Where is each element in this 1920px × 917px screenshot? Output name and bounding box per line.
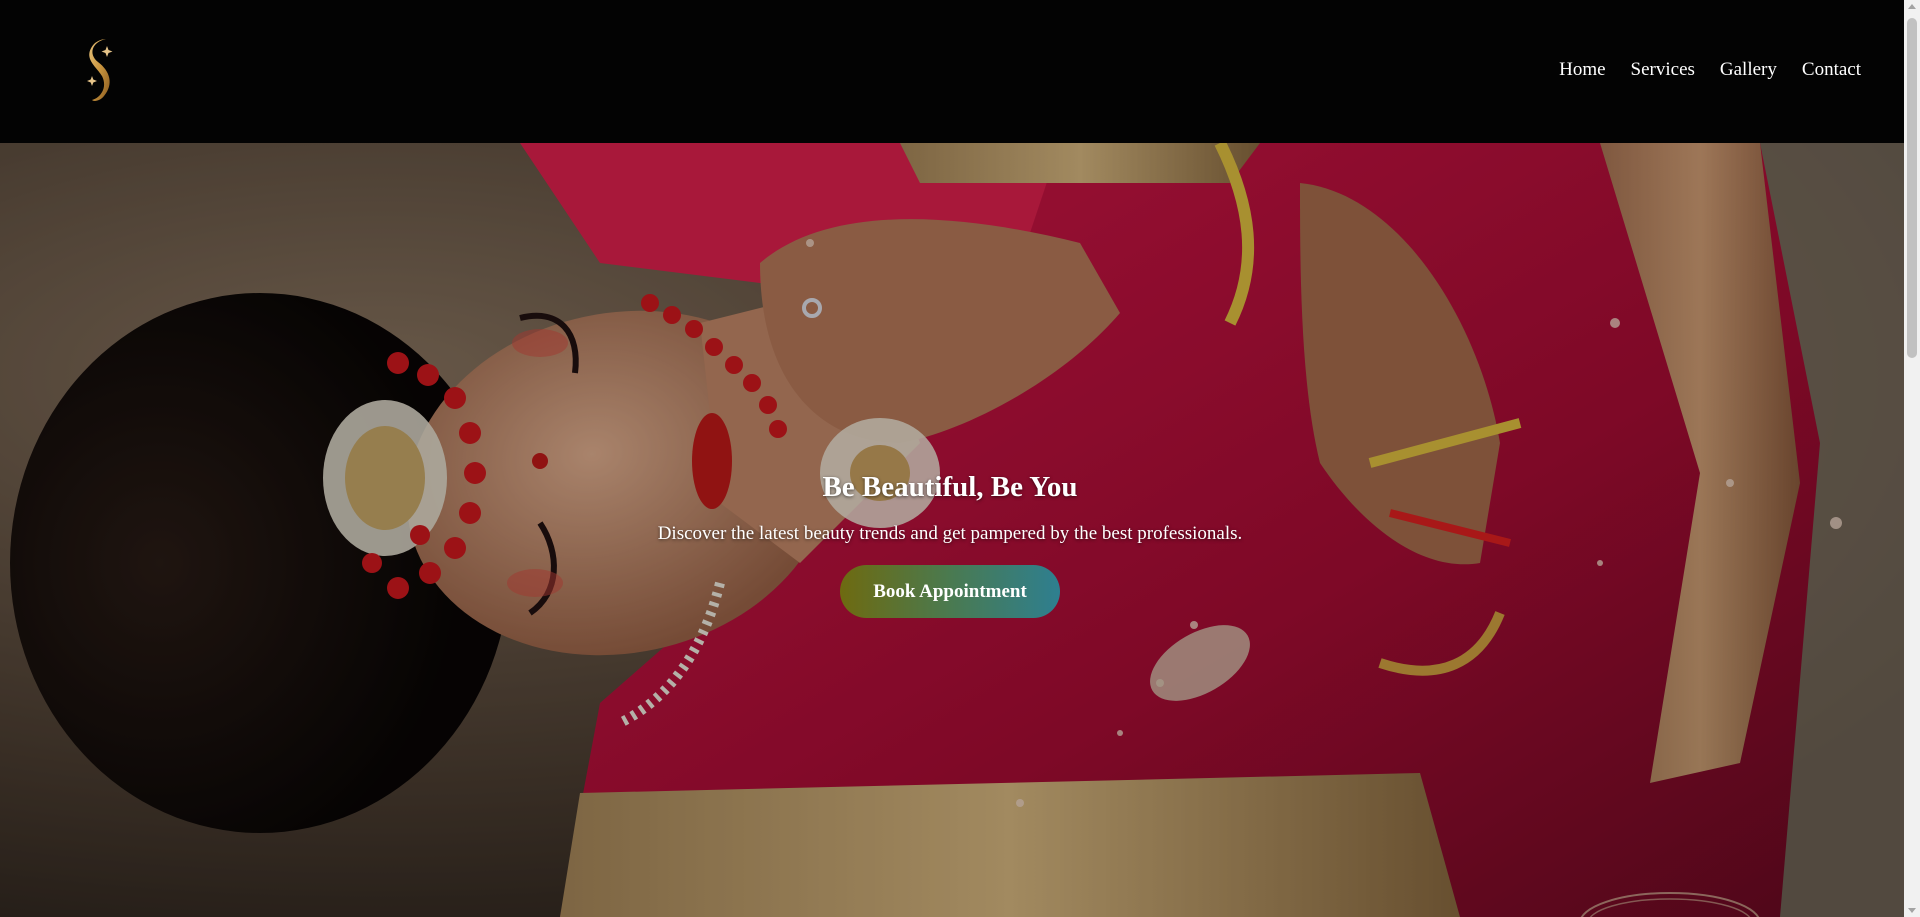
hero-title: Be Beautiful, Be You bbox=[822, 471, 1078, 503]
site-header: Home Services Gallery Contact bbox=[0, 0, 1904, 143]
scroll-down-icon[interactable] bbox=[1908, 908, 1916, 913]
hero-content: Be Beautiful, Be You Discover the latest… bbox=[0, 469, 1900, 618]
scroll-thumb[interactable] bbox=[1907, 18, 1917, 358]
nav-gallery-link[interactable]: Gallery bbox=[1720, 58, 1777, 82]
hero-subtitle: Discover the latest beauty trends and ge… bbox=[657, 523, 1243, 544]
nav-services-link[interactable]: Services bbox=[1631, 58, 1695, 82]
nav-home-link[interactable]: Home bbox=[1559, 58, 1605, 82]
nav-contact-link[interactable]: Contact bbox=[1802, 58, 1861, 82]
book-appointment-button[interactable]: Book Appointment bbox=[840, 565, 1060, 618]
hero-section: Be Beautiful, Be You Discover the latest… bbox=[0, 143, 1904, 917]
page-scrollbar[interactable] bbox=[1904, 0, 1920, 917]
main-nav: Home Services Gallery Contact bbox=[1534, 58, 1861, 82]
page: Home Services Gallery Contact Be Beautif… bbox=[0, 0, 1920, 917]
scroll-up-icon[interactable] bbox=[1908, 4, 1916, 9]
logo-icon[interactable] bbox=[80, 36, 124, 104]
